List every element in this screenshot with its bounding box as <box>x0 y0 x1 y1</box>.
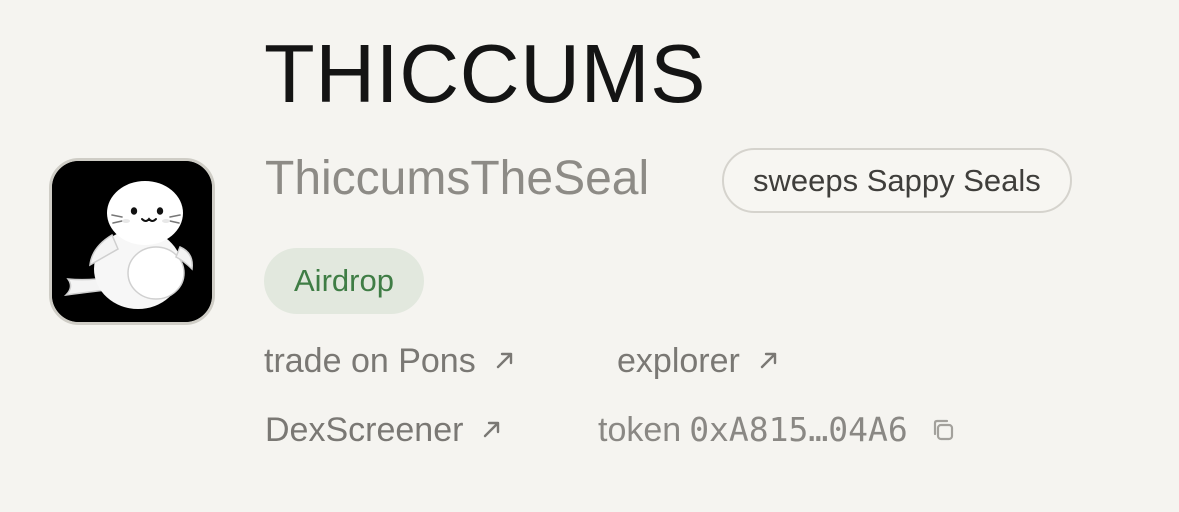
explorer-link-label: explorer <box>617 342 740 380</box>
activity-tag-pill[interactable]: sweeps Sappy Seals <box>722 148 1072 213</box>
seal-mascot-icon <box>52 161 212 322</box>
trade-on-pons-link[interactable]: trade on Pons <box>264 340 516 382</box>
copy-icon[interactable] <box>930 417 956 443</box>
token-contract-label: token <box>598 411 682 449</box>
token-contract: token 0xA815…04A6 <box>598 409 956 451</box>
explorer-link[interactable]: explorer <box>617 340 780 382</box>
token-name: ThiccumsTheSeal <box>265 152 650 205</box>
token-contract-address[interactable]: 0xA815…04A6 <box>689 410 908 449</box>
token-ticker-title: THICCUMS <box>264 27 707 120</box>
airdrop-badge: Airdrop <box>264 248 424 314</box>
dexscreener-link-label: DexScreener <box>265 411 464 449</box>
trade-link-label: trade on Pons <box>264 342 476 380</box>
external-link-arrow-icon <box>481 418 503 440</box>
token-avatar <box>49 158 215 325</box>
dexscreener-link[interactable]: DexScreener <box>265 409 503 451</box>
external-link-arrow-icon <box>758 349 780 371</box>
external-link-arrow-icon <box>494 349 516 371</box>
